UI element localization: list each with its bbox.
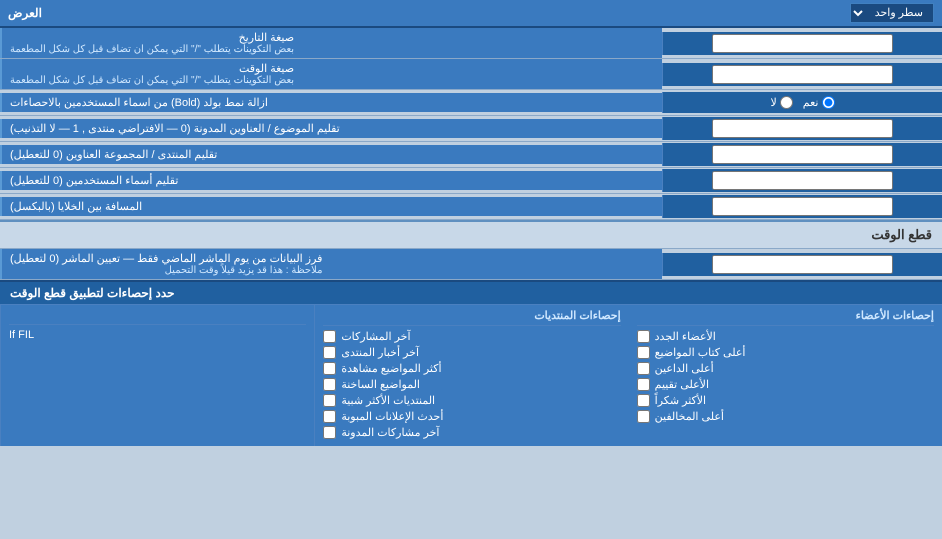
cell-spacing-label: المسافة بين الخلايا (بالبكسل) xyxy=(0,197,662,216)
cutoff-input-container: 0 xyxy=(662,253,942,276)
stats-item-new-members: الأعضاء الجدد xyxy=(637,330,934,343)
checkbox-most-viewed[interactable] xyxy=(323,362,336,375)
stats-item-most-viewed: أكثر المواضيع مشاهدة xyxy=(323,362,620,375)
bold-remove-label: ازالة نمط بولد (Bold) من اسماء المستخدمي… xyxy=(0,93,662,112)
checkbox-top-posters[interactable] xyxy=(637,346,650,359)
checkbox-top-violators[interactable] xyxy=(637,410,650,423)
display-select[interactable]: سطر واحدسطرينثلاثة أسطر xyxy=(850,3,934,23)
stats-header: حدد إحصاءات لتطبيق قطع الوقت xyxy=(0,282,942,305)
page-header-label: العرض xyxy=(8,6,42,20)
time-format-row: H:i صيغة الوقت بعض التكوينات يتطلب "/" ا… xyxy=(0,59,942,90)
topics-input[interactable]: 33 xyxy=(712,119,893,138)
stats-col-2: إحصاءات المنتديات آخر المشاركات آخر أخبا… xyxy=(314,305,628,446)
topics-input-container: 33 xyxy=(662,117,942,140)
user-names-label: تقليم أسماء المستخدمين (0 للتعطيل) xyxy=(0,171,662,190)
forum-titles-row: 33 تقليم المنتدى / المجموعة العناوين (0 … xyxy=(0,142,942,168)
stats-item-hot-topics: المواضيع الساخنة xyxy=(323,378,620,391)
forum-label: تقليم المنتدى / المجموعة العناوين (0 للت… xyxy=(0,145,662,164)
checkbox-hot-topics[interactable] xyxy=(323,378,336,391)
checkbox-popular-forums[interactable] xyxy=(323,394,336,407)
user-names-input[interactable]: 0 xyxy=(712,171,893,190)
stats-item-classifieds: أحدث الإعلانات المبوبة xyxy=(323,410,620,423)
stats-col-1: إحصاءات الأعضاء الأعضاء الجدد أعلى كتاب … xyxy=(629,305,942,446)
stats-col3-header xyxy=(9,309,306,325)
cell-spacing-input-container: 2 xyxy=(662,195,942,218)
topics-titles-row: 33 تقليم الموضوع / العناوين المدونة (0 —… xyxy=(0,116,942,142)
user-names-input-container: 0 xyxy=(662,169,942,192)
bold-radio-group: لا نعم xyxy=(763,94,843,111)
stats-item-forum-news: آخر أخبار المنتدى xyxy=(323,346,620,359)
date-format-input-container: d-m xyxy=(662,32,942,55)
forum-input-container: 33 xyxy=(662,143,942,166)
time-format-input-container: H:i xyxy=(662,63,942,86)
radio-no[interactable] xyxy=(780,96,793,109)
date-format-label: صيغة التاريخ بعض التكوينات يتطلب "/" الت… xyxy=(0,28,662,58)
cutoff-label: فرز البيانات من يوم الماشر الماضي فقط — … xyxy=(0,249,662,279)
user-names-row: 0 تقليم أسماء المستخدمين (0 للتعطيل) xyxy=(0,168,942,194)
stats-item-popular-forums: المنتديات الأكثر شبية xyxy=(323,394,620,407)
stats-col2-header: إحصاءات المنتديات xyxy=(323,309,620,326)
radio-label-yes[interactable]: نعم xyxy=(803,96,835,109)
checkbox-classifieds[interactable] xyxy=(323,410,336,423)
radio-yes[interactable] xyxy=(822,96,835,109)
stats-col1-header: إحصاءات الأعضاء xyxy=(637,309,934,326)
time-format-label: صيغة الوقت بعض التكوينات يتطلب "/" التي … xyxy=(0,59,662,89)
forum-input[interactable]: 33 xyxy=(712,145,893,164)
stats-item-blog-posts: آخر مشاركات المدونة xyxy=(323,426,620,439)
checkbox-posts[interactable] xyxy=(323,330,336,343)
stats-item-top-violators: أعلى المخالفين xyxy=(637,410,934,423)
stats-item-top-rated: الأعلى تقييم xyxy=(637,378,934,391)
page-header: سطر واحدسطرينثلاثة أسطر العرض xyxy=(0,0,942,28)
checkbox-top-referrers[interactable] xyxy=(637,362,650,375)
stats-col-3: If FIL xyxy=(0,305,314,446)
stats-item-top-referrers: أعلى الداعين xyxy=(637,362,934,375)
date-format-row: d-m صيغة التاريخ بعض التكوينات يتطلب "/"… xyxy=(0,28,942,59)
stats-item-most-thanked: الأكثر شكراً xyxy=(637,394,934,407)
checkbox-top-rated[interactable] xyxy=(637,378,650,391)
cutoff-section-header: قطع الوقت xyxy=(0,220,942,249)
radio-label-no[interactable]: لا xyxy=(771,96,793,109)
cell-spacing-input[interactable]: 2 xyxy=(712,197,893,216)
topics-label: تقليم الموضوع / العناوين المدونة (0 — ال… xyxy=(0,119,662,138)
checkbox-forum-news[interactable] xyxy=(323,346,336,359)
time-format-input[interactable]: H:i xyxy=(712,65,893,84)
cell-spacing-row: 2 المسافة بين الخلايا (بالبكسل) xyxy=(0,194,942,220)
stats-section: حدد إحصاءات لتطبيق قطع الوقت If FIL إحصا… xyxy=(0,280,942,446)
checkbox-blog-posts[interactable] xyxy=(323,426,336,439)
date-format-input[interactable]: d-m xyxy=(712,34,893,53)
checkbox-new-members[interactable] xyxy=(637,330,650,343)
bold-remove-row: لا نعم ازالة نمط بولد (Bold) من اسماء ال… xyxy=(0,90,942,116)
bold-remove-input-container: لا نعم xyxy=(662,92,942,113)
stats-item-top-posters: أعلى كتاب المواضيع xyxy=(637,346,934,359)
stats-col3-note: If FIL xyxy=(9,329,306,341)
checkbox-most-thanked[interactable] xyxy=(637,394,650,407)
cutoff-input[interactable]: 0 xyxy=(712,255,893,274)
stats-item-posts: آخر المشاركات xyxy=(323,330,620,343)
cutoff-row: 0 فرز البيانات من يوم الماشر الماضي فقط … xyxy=(0,249,942,280)
stats-columns: If FIL إحصاءات المنتديات آخر المشاركات آ… xyxy=(0,305,942,446)
